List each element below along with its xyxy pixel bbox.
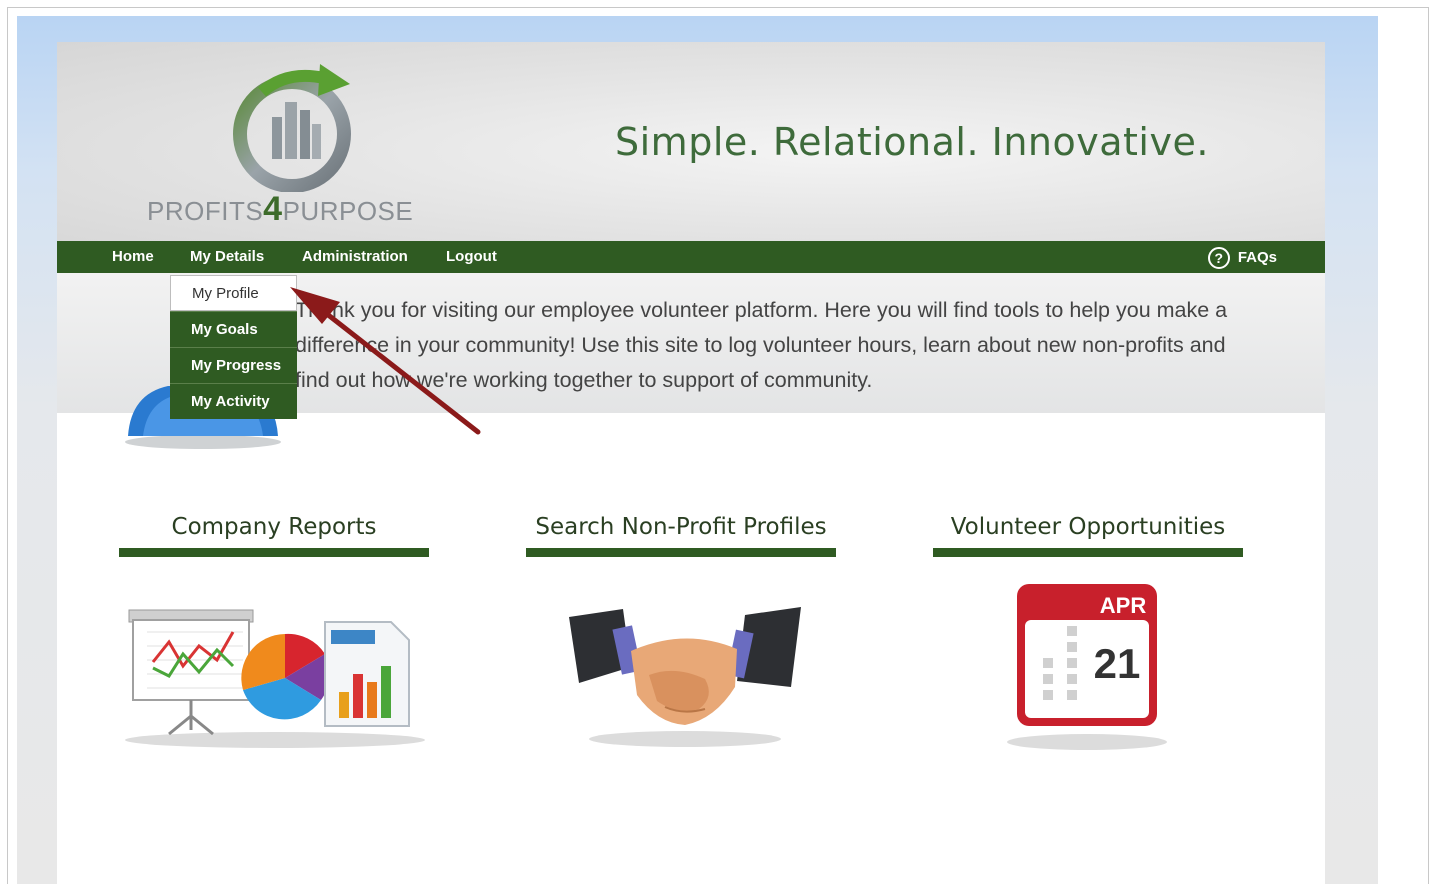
dropdown-item-my-goals[interactable]: My Goals [170, 311, 297, 347]
section-title[interactable]: Search Non-Profit Profiles [526, 512, 836, 542]
help-circle-icon: ? [1207, 247, 1230, 269]
calendar-month: APR [1100, 593, 1147, 618]
section-volunteer-opportunities[interactable]: Volunteer Opportunities [933, 512, 1243, 557]
presentation-charts-icon[interactable] [125, 602, 425, 752]
section-underline [119, 548, 429, 557]
main-nav: Home My Details Administration Logout ? … [57, 241, 1325, 273]
section-title[interactable]: Company Reports [119, 512, 429, 542]
nav-administration[interactable]: Administration [302, 241, 408, 273]
logo-icon[interactable] [232, 62, 362, 192]
logo-text-right: PURPOSE [282, 196, 414, 226]
nav-faqs[interactable]: ? FAQs [1207, 241, 1277, 273]
site-container: PROFITS4PURPOSE Simple. Relational. Inno… [57, 42, 1325, 884]
logo-text-left: PROFITS [147, 196, 264, 226]
section-title[interactable]: Volunteer Opportunities [933, 512, 1243, 542]
handshake-icon[interactable] [565, 597, 805, 752]
site-header: PROFITS4PURPOSE Simple. Relational. Inno… [57, 42, 1325, 241]
logo-wordmark[interactable]: PROFITS4PURPOSE [147, 190, 413, 229]
dropdown-item-my-progress[interactable]: My Progress [170, 347, 297, 383]
my-details-dropdown: My Profile My Goals My Progress My Activ… [170, 275, 297, 419]
dropdown-item-my-profile[interactable]: My Profile [170, 275, 297, 311]
tagline: Simple. Relational. Innovative. [615, 120, 1209, 164]
section-search-nonprofit[interactable]: Search Non-Profit Profiles [526, 512, 836, 557]
dropdown-item-my-activity[interactable]: My Activity [170, 383, 297, 419]
section-underline [526, 548, 836, 557]
calendar-day: 21 [1094, 640, 1141, 687]
nav-my-details[interactable]: My Details [190, 241, 264, 273]
welcome-text: Thank you for visiting our employee volu… [295, 298, 1228, 392]
logo-text-four: 4 [263, 190, 283, 228]
faq-label: FAQs [1237, 248, 1277, 266]
calendar-icon[interactable]: APR 21 [1001, 582, 1177, 754]
nav-logout[interactable]: Logout [446, 241, 497, 273]
section-company-reports[interactable]: Company Reports [119, 512, 429, 557]
nav-home[interactable]: Home [112, 241, 154, 273]
section-underline [933, 548, 1243, 557]
